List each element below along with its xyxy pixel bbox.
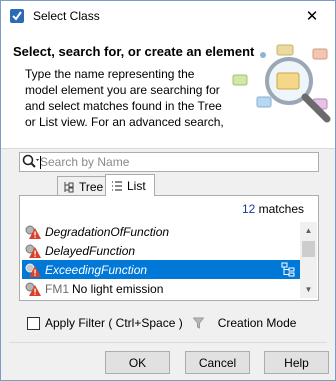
apply-filter-label[interactable]: Apply Filter ( Ctrl+Space ) bbox=[45, 316, 183, 330]
app-icon bbox=[10, 9, 24, 23]
filter-funnel-icon bbox=[192, 317, 204, 329]
match-count-suffix: matches bbox=[258, 202, 304, 216]
ok-button[interactable]: OK bbox=[105, 351, 170, 374]
help-button[interactable]: Help bbox=[264, 351, 329, 374]
description-line: and select matches found in the Tree bbox=[25, 99, 222, 113]
list-item-label: DelayedFunction bbox=[45, 243, 136, 258]
search-box[interactable] bbox=[19, 152, 319, 172]
scroll-down-arrow-icon[interactable]: ▼ bbox=[300, 281, 317, 298]
header-banner: Select, search for, or create an element… bbox=[1, 31, 335, 149]
scroll-thumb[interactable] bbox=[302, 241, 315, 257]
search-icon[interactable] bbox=[22, 154, 40, 170]
close-icon: ✕ bbox=[305, 8, 319, 25]
window-title: Select Class bbox=[33, 9, 100, 23]
description-line: or List view. For an advanced search, bbox=[25, 115, 224, 129]
magnifier-diagram-illustration bbox=[232, 44, 331, 123]
filter-row: Apply Filter ( Ctrl+Space ) Creation Mod… bbox=[27, 314, 317, 332]
tab-list[interactable]: List bbox=[105, 174, 155, 196]
match-count-number: 12 bbox=[241, 202, 256, 216]
results-list-panel: 12 matches DegradationOfFunction Delayed… bbox=[19, 195, 319, 301]
list-icon bbox=[112, 180, 122, 191]
close-button[interactable]: ✕ bbox=[289, 1, 335, 31]
list-item[interactable]: DelayedFunction bbox=[22, 241, 300, 260]
select-class-dialog: Select Class ✕ Select, search for, or cr… bbox=[0, 0, 336, 381]
list-item-label: DegradationOfFunction bbox=[45, 224, 170, 239]
title-bar: Select Class ✕ bbox=[1, 1, 335, 31]
search-panel: Tree List 12 matches bbox=[19, 146, 319, 304]
apply-filter-checkbox[interactable] bbox=[27, 316, 40, 330]
class-warning-icon bbox=[25, 244, 41, 258]
banner-description: Type the name representing the model ele… bbox=[25, 66, 225, 130]
class-warning-icon bbox=[25, 263, 41, 277]
list-item[interactable]: FM1 No light emission bbox=[22, 279, 300, 298]
select-in-tree-icon[interactable] bbox=[281, 262, 296, 277]
description-line: model element you are searching for bbox=[25, 83, 220, 97]
search-input[interactable] bbox=[40, 154, 316, 170]
cancel-button[interactable]: Cancel bbox=[185, 351, 250, 374]
tab-tree-label: Tree bbox=[79, 179, 104, 194]
footer-divider bbox=[9, 342, 327, 343]
list-item[interactable]: DegradationOfFunction bbox=[22, 222, 300, 241]
list-scrollbar[interactable]: ▲ ▼ bbox=[300, 222, 317, 298]
tab-list-label: List bbox=[127, 178, 146, 193]
list-item-tag: FM1 bbox=[45, 281, 69, 296]
creation-mode-label[interactable]: Creation Mode bbox=[218, 316, 297, 330]
results-list: DegradationOfFunction DelayedFunction Ex… bbox=[22, 222, 300, 298]
text-caret bbox=[40, 156, 41, 169]
list-item-label: No light emission bbox=[72, 281, 164, 296]
list-item-label: ExceedingFunction bbox=[45, 262, 148, 277]
tree-icon bbox=[64, 181, 74, 192]
match-count: 12 matches bbox=[242, 202, 304, 216]
scroll-up-arrow-icon[interactable]: ▲ bbox=[300, 222, 317, 239]
list-item-selected[interactable]: ExceedingFunction bbox=[22, 260, 300, 279]
banner-heading: Select, search for, or create an element bbox=[13, 44, 255, 59]
description-line: Type the name representing the bbox=[25, 67, 195, 81]
class-warning-icon bbox=[25, 282, 41, 296]
class-warning-icon bbox=[25, 225, 41, 239]
